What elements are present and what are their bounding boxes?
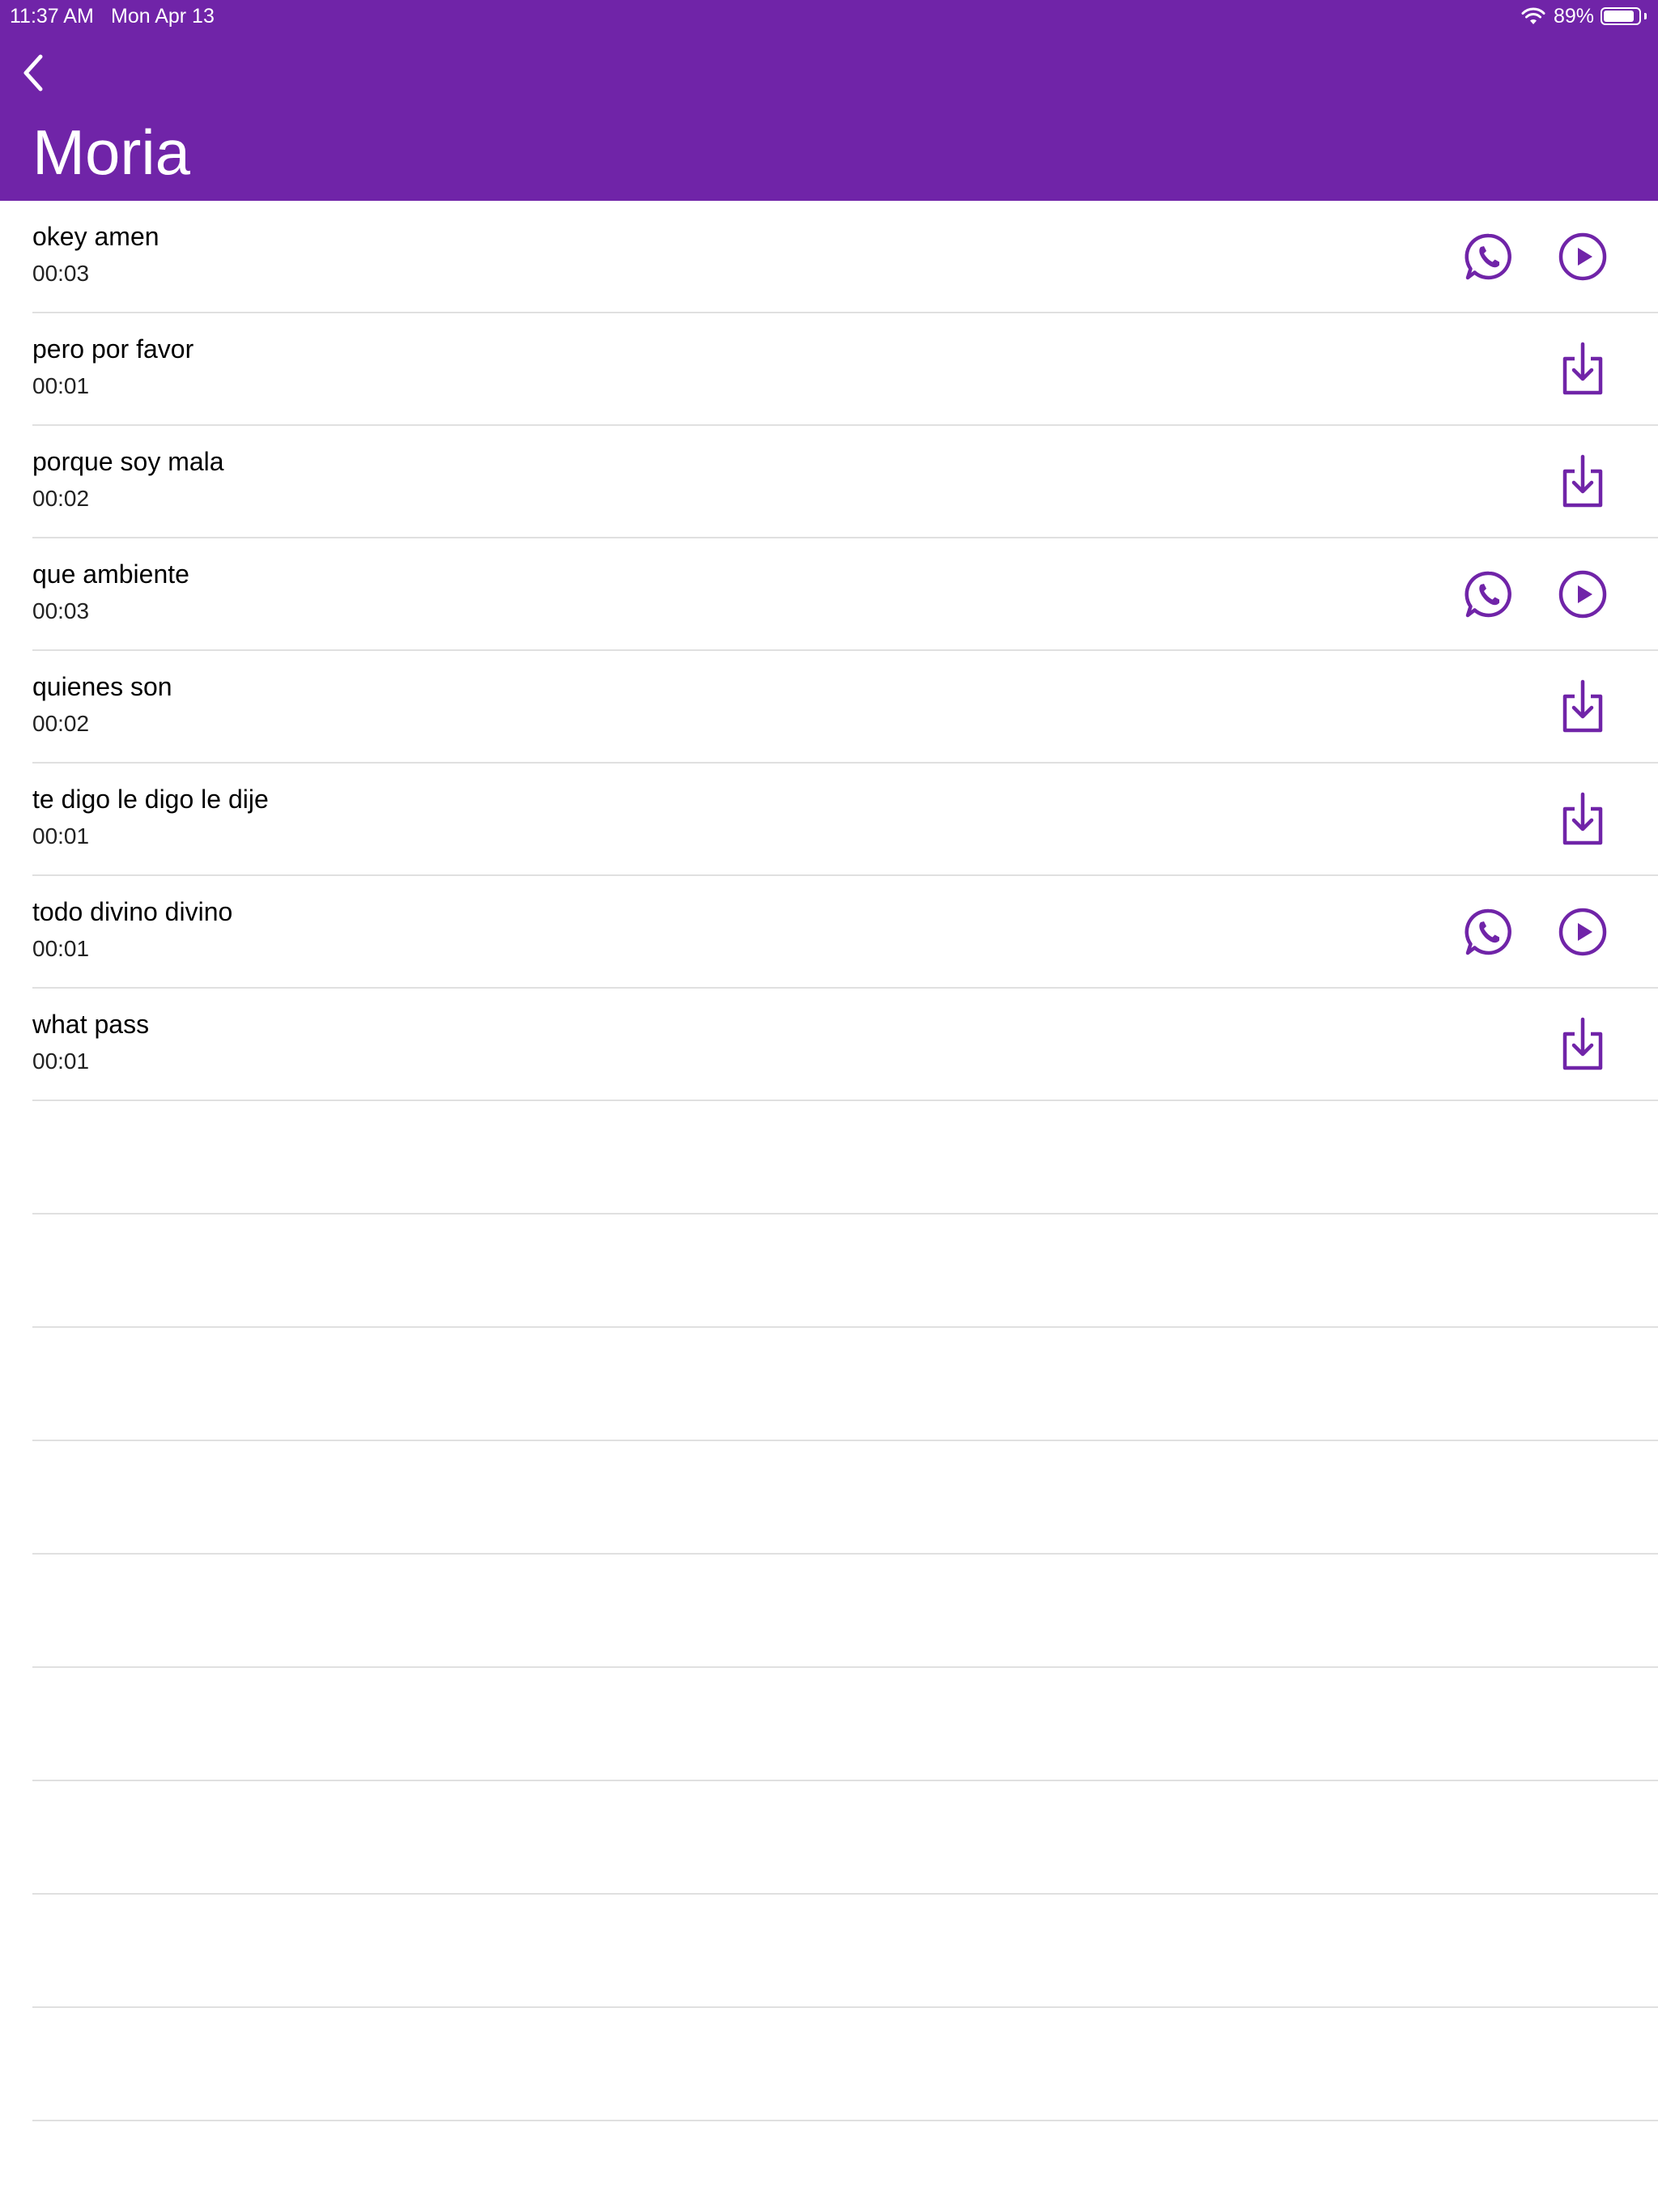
play-button[interactable] <box>1554 228 1611 285</box>
sound-duration: 00:01 <box>32 1049 90 1074</box>
sound-title: te digo le digo le dije <box>32 785 269 814</box>
battery-fill <box>1604 11 1635 22</box>
app-header: 11:37 AM Mon Apr 13 89% Moria <box>0 0 1658 201</box>
list-item[interactable]: what pass 00:01 <box>32 989 1658 1101</box>
empty-row <box>32 1214 1658 1328</box>
sound-duration: 00:03 <box>32 261 90 286</box>
play-icon <box>1558 908 1607 956</box>
sound-title: porque soy mala <box>32 447 224 476</box>
share-whatsapp-button[interactable] <box>1460 904 1517 960</box>
empty-row <box>32 2008 1658 2121</box>
status-indicators: 89% <box>1521 0 1647 32</box>
sound-title: todo divino divino <box>32 897 233 926</box>
empty-row <box>32 1328 1658 1441</box>
sound-title: quienes son <box>32 672 172 701</box>
status-time: 11:37 AM <box>10 5 94 28</box>
list-item[interactable]: quienes son 00:02 <box>32 651 1658 764</box>
list-item[interactable]: te digo le digo le dije 00:01 <box>32 764 1658 876</box>
wifi-icon <box>1521 7 1545 24</box>
sound-duration: 00:01 <box>32 823 90 849</box>
page-title: Moria <box>32 117 191 188</box>
download-icon <box>1562 454 1603 508</box>
sound-duration: 00:02 <box>32 486 90 511</box>
list-item[interactable]: pero por favor 00:01 <box>32 313 1658 426</box>
status-bar: 11:37 AM Mon Apr 13 89% <box>0 0 1658 32</box>
empty-row <box>32 1781 1658 1895</box>
download-icon <box>1562 679 1603 733</box>
download-button[interactable] <box>1554 791 1611 848</box>
sound-duration: 00:01 <box>32 373 90 398</box>
list-item[interactable]: okey amen 00:03 <box>32 201 1658 313</box>
sound-title: okey amen <box>32 222 159 251</box>
sound-duration: 00:02 <box>32 711 90 736</box>
download-icon <box>1562 342 1603 395</box>
battery-cap <box>1644 13 1647 19</box>
sound-title: que ambiente <box>32 559 189 589</box>
sound-title: pero por favor <box>32 334 194 364</box>
list-item[interactable]: que ambiente 00:03 <box>32 538 1658 651</box>
download-button[interactable] <box>1554 341 1611 398</box>
empty-row <box>32 1101 1658 1214</box>
battery-icon <box>1601 7 1641 25</box>
whatsapp-icon <box>1465 908 1511 955</box>
download-icon <box>1562 1017 1603 1070</box>
whatsapp-icon <box>1465 571 1511 618</box>
sound-title: what pass <box>32 1010 150 1039</box>
download-button[interactable] <box>1554 678 1611 735</box>
play-button[interactable] <box>1554 904 1611 960</box>
status-date: Mon Apr 13 <box>111 5 215 28</box>
download-button[interactable] <box>1554 453 1611 510</box>
empty-row <box>32 1555 1658 1668</box>
play-button[interactable] <box>1554 566 1611 623</box>
list-item[interactable]: porque soy mala 00:02 <box>32 426 1658 538</box>
share-whatsapp-button[interactable] <box>1460 566 1517 623</box>
sound-list: okey amen 00:03 pero por favor 00:01 porqu… <box>0 201 1658 2121</box>
battery-percent: 89% <box>1553 5 1594 28</box>
play-icon <box>1558 570 1607 619</box>
play-icon <box>1558 232 1607 281</box>
empty-row <box>32 1441 1658 1555</box>
share-whatsapp-button[interactable] <box>1460 228 1517 285</box>
back-button[interactable] <box>13 49 53 97</box>
sound-duration: 00:03 <box>32 598 90 623</box>
sound-duration: 00:01 <box>32 936 90 961</box>
whatsapp-icon <box>1465 233 1511 280</box>
empty-row <box>32 1668 1658 1781</box>
chevron-left-icon <box>23 54 43 91</box>
download-icon <box>1562 792 1603 845</box>
empty-row <box>32 1895 1658 2008</box>
download-button[interactable] <box>1554 1016 1611 1073</box>
list-item[interactable]: todo divino divino 00:01 <box>32 876 1658 989</box>
